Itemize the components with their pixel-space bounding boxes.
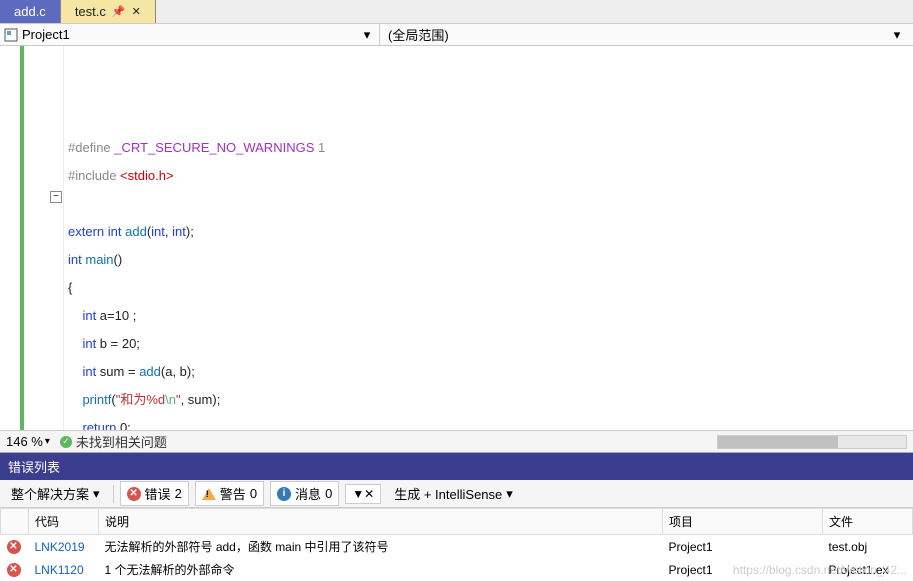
zoom-selector[interactable]: 146 % ▾ — [6, 434, 50, 449]
fold-toggle-icon[interactable]: − — [50, 191, 62, 203]
editor-gutter — [0, 46, 64, 430]
navigation-bar: Project1 ▾ (全局范围) ▾ — [0, 24, 913, 46]
chevron-down-icon: ▾ — [93, 486, 100, 502]
error-desc: 1 个无法解析的外部命令 — [99, 558, 663, 581]
scope-text: 整个解决方案 — [11, 484, 89, 503]
error-list-title[interactable]: 错误列表 — [0, 452, 913, 480]
error-icon: ✕ — [127, 487, 141, 501]
pin-icon[interactable]: 📌 — [112, 5, 126, 18]
change-marker — [20, 46, 24, 430]
warning-icon — [202, 488, 216, 500]
errors-count: 2 — [175, 486, 182, 501]
errors-filter[interactable]: ✕ 错误 2 — [120, 481, 189, 506]
build-source-dropdown[interactable]: 生成 + IntelliSense ▾ — [387, 481, 520, 506]
project-selector[interactable]: Project1 ▾ — [0, 24, 380, 45]
warnings-label: 警告 — [220, 484, 246, 503]
chevron-down-icon[interactable]: ▾ — [359, 27, 375, 43]
chevron-down-icon[interactable]: ▾ — [889, 27, 905, 43]
messages-label: 消息 — [295, 484, 321, 503]
messages-filter[interactable]: i 消息 0 — [270, 481, 339, 506]
separator — [113, 485, 114, 503]
error-icon: ✕ — [7, 540, 21, 554]
chevron-down-icon: ▾ — [506, 486, 513, 502]
file-tabs: add.c test.c 📌 ✕ — [0, 0, 913, 24]
table-row[interactable]: ✕ LNK11201 个无法解析的外部命令Project1Project1.ex — [1, 558, 913, 581]
error-project: Project1 — [663, 535, 823, 559]
error-icon: ✕ — [7, 563, 21, 577]
scope-dropdown[interactable]: 整个解决方案 ▾ — [4, 481, 107, 506]
col-file[interactable]: 文件 — [823, 509, 913, 535]
messages-count: 0 — [325, 486, 332, 501]
col-icon[interactable] — [1, 509, 29, 535]
scrollbar-thumb[interactable] — [718, 436, 838, 448]
errors-label: 错误 — [145, 484, 171, 503]
error-code[interactable]: LNK1120 — [29, 558, 99, 581]
table-row[interactable]: ✕ LNK2019无法解析的外部符号 add，函数 main 中引用了该符号Pro… — [1, 535, 913, 559]
editor-status-bar: 146 % ▾ ✓ 未找到相关问题 — [0, 430, 913, 452]
error-project: Project1 — [663, 558, 823, 581]
error-file: Project1.ex — [823, 558, 913, 581]
issues-text: 未找到相关问题 — [76, 432, 167, 451]
build-source-text: 生成 + IntelliSense — [394, 484, 502, 503]
horizontal-scrollbar[interactable] — [717, 435, 907, 449]
col-desc[interactable]: 说明 — [99, 509, 663, 535]
error-desc: 无法解析的外部符号 add，函数 main 中引用了该符号 — [99, 535, 663, 559]
error-list-toolbar: 整个解决方案 ▾ ✕ 错误 2 警告 0 i 消息 0 ▼✕ 生成 + Inte… — [0, 480, 913, 508]
warnings-filter[interactable]: 警告 0 — [195, 481, 264, 506]
error-file: test.obj — [823, 535, 913, 559]
warnings-count: 0 — [250, 486, 257, 501]
project-name: Project1 — [22, 27, 70, 42]
col-project[interactable]: 项目 — [663, 509, 823, 535]
code-content[interactable]: − #define _CRT_SECURE_NO_WARNINGS 1#incl… — [64, 46, 913, 430]
tab-label: test.c — [75, 4, 106, 19]
error-code[interactable]: LNK2019 — [29, 535, 99, 559]
tab-add-c[interactable]: add.c — [0, 0, 61, 23]
check-icon: ✓ — [60, 436, 72, 448]
code-editor[interactable]: − #define _CRT_SECURE_NO_WARNINGS 1#incl… — [0, 46, 913, 430]
clear-filter-button[interactable]: ▼✕ — [345, 484, 381, 504]
info-icon: i — [277, 487, 291, 501]
col-code[interactable]: 代码 — [29, 509, 99, 535]
zoom-value: 146 % — [6, 434, 43, 449]
close-icon[interactable]: ✕ — [132, 5, 141, 18]
tab-test-c[interactable]: test.c 📌 ✕ — [61, 0, 156, 23]
tab-label: add.c — [14, 4, 46, 19]
project-icon — [4, 28, 18, 42]
issues-status[interactable]: ✓ 未找到相关问题 — [60, 432, 167, 451]
scope-label: (全局范围) — [388, 25, 449, 44]
chevron-down-icon[interactable]: ▾ — [45, 436, 50, 447]
scope-selector[interactable]: (全局范围) ▾ — [380, 24, 913, 45]
filter-clear-icon: ▼✕ — [352, 487, 374, 501]
error-table: 代码 说明 项目 文件 ✕ LNK2019无法解析的外部符号 add，函数 mai… — [0, 508, 913, 581]
